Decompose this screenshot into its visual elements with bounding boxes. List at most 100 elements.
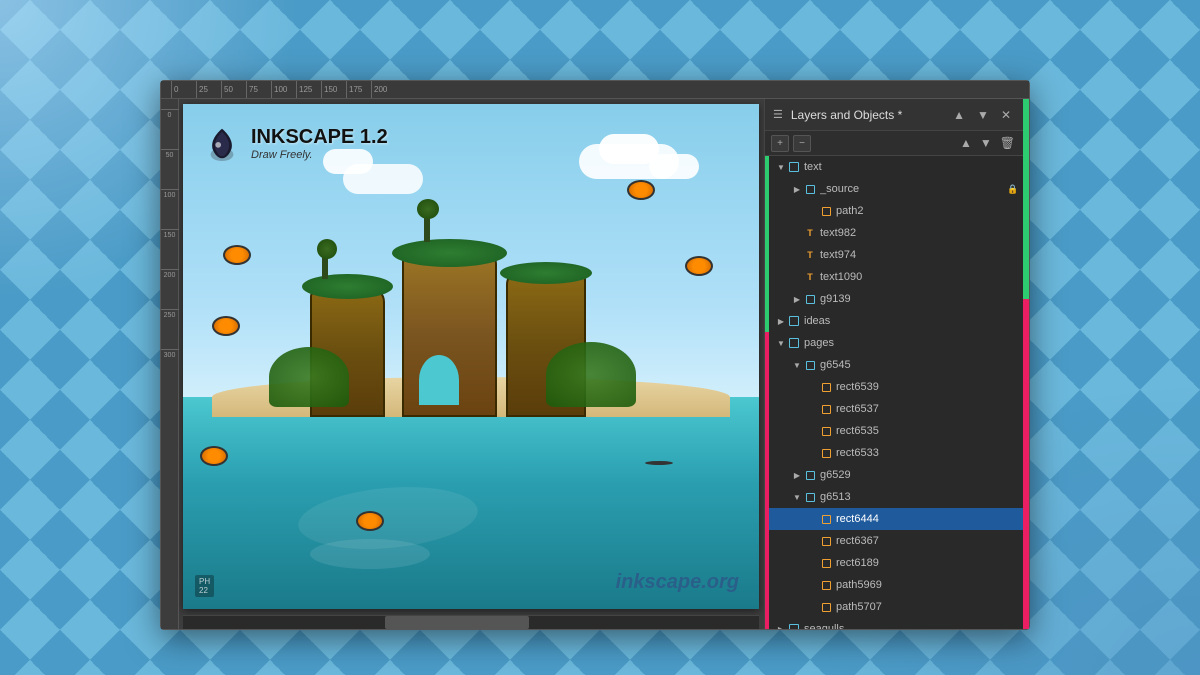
toggle-expanded[interactable]: ▼ (791, 491, 803, 503)
toggle-expanded[interactable]: ▼ (775, 337, 787, 349)
inkscape-logo-svg (203, 124, 241, 162)
layer-item-rect6444-item[interactable]: rect6444 (765, 508, 1023, 530)
add-layer-button[interactable]: + (771, 135, 789, 152)
color-bar (765, 332, 769, 354)
layer-item-g6529-group[interactable]: ▶ g6529 (765, 464, 1023, 486)
canvas-area[interactable]: 0 50 100 150 200 250 300 (161, 99, 764, 629)
layer-item-seagulls-layer[interactable]: ▶ seagulls (765, 618, 1023, 629)
move-up-button[interactable]: ▲ (958, 134, 974, 152)
path-icon (819, 204, 833, 218)
layer-item-rect6535-item[interactable]: rect6535 (765, 420, 1023, 442)
item-label: rect6367 (836, 535, 1007, 547)
color-bar (765, 574, 769, 596)
inkscape-url: inkscape.org (616, 571, 739, 594)
bee-4 (685, 256, 713, 278)
toggle-expanded[interactable]: ▼ (791, 359, 803, 371)
ruler-v-mark-50: 50 (161, 149, 179, 189)
color-bar (765, 222, 769, 244)
artwork-canvas[interactable]: INKSCAPE 1.2 Draw Freely. inkscape.org P… (183, 104, 759, 609)
ruler-mark-200: 200 (371, 81, 396, 99)
panel-modified: * (894, 108, 902, 122)
inkscape-title: INKSCAPE 1.2 (251, 126, 388, 149)
layer-item-ideas-layer[interactable]: ▶ ideas (765, 310, 1023, 332)
inkscape-title-block: INKSCAPE 1.2 Draw Freely. (251, 126, 388, 161)
color-bar (765, 530, 769, 552)
item-label: path2 (836, 205, 1007, 217)
scrollbar-thumb[interactable] (385, 616, 529, 629)
layer-item-rect6189-item[interactable]: rect6189 (765, 552, 1023, 574)
color-bar (765, 596, 769, 618)
layer-item-pages-layer[interactable]: ▼ pages (765, 332, 1023, 354)
rect-icon (819, 556, 833, 570)
bee-6 (645, 461, 673, 483)
group-icon (803, 358, 817, 372)
layer-item-source-group[interactable]: ▶ _source 🔒 (765, 178, 1023, 200)
panel-chevron-down[interactable]: ▼ (973, 106, 993, 124)
toggle-collapsed[interactable]: ▶ (775, 315, 787, 327)
remove-layer-button[interactable]: − (793, 135, 811, 152)
lower-vegetation-1 (269, 347, 349, 407)
item-label: rect6535 (836, 425, 1007, 437)
toggle-collapsed[interactable]: ▶ (791, 183, 803, 195)
delete-button[interactable]: 🗑 (998, 134, 1017, 152)
layers-panel: ☰ Layers and Objects * ▲ ▼ ✕ + − (764, 99, 1023, 629)
layer-item-text1090-item[interactable]: T text1090 (765, 266, 1023, 288)
ruler-v-mark-150: 150 (161, 229, 179, 269)
group-icon (803, 292, 817, 306)
bee-1 (223, 245, 251, 267)
item-label: rect6539 (836, 381, 1007, 393)
toggle-none (791, 249, 803, 261)
layer-item-rect6367-item[interactable]: rect6367 (765, 530, 1023, 552)
ruler-mark-50: 50 (221, 81, 246, 99)
panel-chevron-up[interactable]: ▲ (949, 106, 969, 124)
layers-list[interactable]: ▼ text ▶ _source 🔒 path2 T text982 T tex… (765, 156, 1023, 629)
group-icon (803, 182, 817, 196)
color-bar (765, 354, 769, 376)
layer-item-text982-item[interactable]: T text982 (765, 222, 1023, 244)
layers-panel-wrapper: ☰ Layers and Objects * ▲ ▼ ✕ + − (764, 99, 1029, 629)
panel-close[interactable]: ✕ (997, 106, 1015, 124)
toggle-collapsed[interactable]: ▶ (791, 293, 803, 305)
color-bar (765, 618, 769, 629)
toggle-collapsed[interactable]: ▶ (775, 623, 787, 629)
item-label: _source (820, 183, 1007, 195)
move-down-button[interactable]: ▼ (978, 134, 994, 152)
toggle-collapsed[interactable]: ▶ (791, 469, 803, 481)
color-bar (765, 266, 769, 288)
item-label: text (804, 161, 1007, 173)
toggle-none (791, 271, 803, 283)
layer-item-rect6533-item[interactable]: rect6533 (765, 442, 1023, 464)
color-bar (765, 442, 769, 464)
path-icon (819, 600, 833, 614)
palm-1-top (317, 239, 337, 259)
layer-icon (787, 622, 801, 629)
layer-item-g6513-group[interactable]: ▼ g6513 (765, 486, 1023, 508)
layer-item-text974-item[interactable]: T text974 (765, 244, 1023, 266)
toggle-none (807, 579, 819, 591)
toggle-none (807, 425, 819, 437)
layer-icon (787, 160, 801, 174)
item-label: ideas (804, 315, 1007, 327)
rock-1-vegetation (302, 274, 393, 299)
layer-item-text-layer[interactable]: ▼ text (765, 156, 1023, 178)
ruler-v-mark-250: 250 (161, 309, 179, 349)
layer-item-path2-item[interactable]: path2 (765, 200, 1023, 222)
layer-item-g9139-item[interactable]: ▶ g9139 (765, 288, 1023, 310)
layer-item-rect6539-item[interactable]: rect6539 (765, 376, 1023, 398)
layer-item-g6545-group[interactable]: ▼ g6545 (765, 354, 1023, 376)
rock-2-vegetation (392, 239, 507, 267)
color-bar (765, 486, 769, 508)
scrollbar-horizontal[interactable] (183, 615, 759, 629)
rect-icon (819, 380, 833, 394)
copyright: PH22 (195, 575, 214, 597)
panel-title-text: Layers and Objects (791, 108, 894, 122)
layer-item-rect6537-item[interactable]: rect6537 (765, 398, 1023, 420)
inkscape-illustration: INKSCAPE 1.2 Draw Freely. inkscape.org P… (183, 104, 759, 609)
color-bar (765, 200, 769, 222)
text-obj-icon: T (803, 248, 817, 262)
bee-2 (212, 316, 240, 338)
layer-item-path5969-item[interactable]: path5969 (765, 574, 1023, 596)
toggle-expanded[interactable]: ▼ (775, 161, 787, 173)
lock-icon[interactable]: 🔒 (1007, 184, 1019, 195)
layer-item-path5707-item[interactable]: path5707 (765, 596, 1023, 618)
